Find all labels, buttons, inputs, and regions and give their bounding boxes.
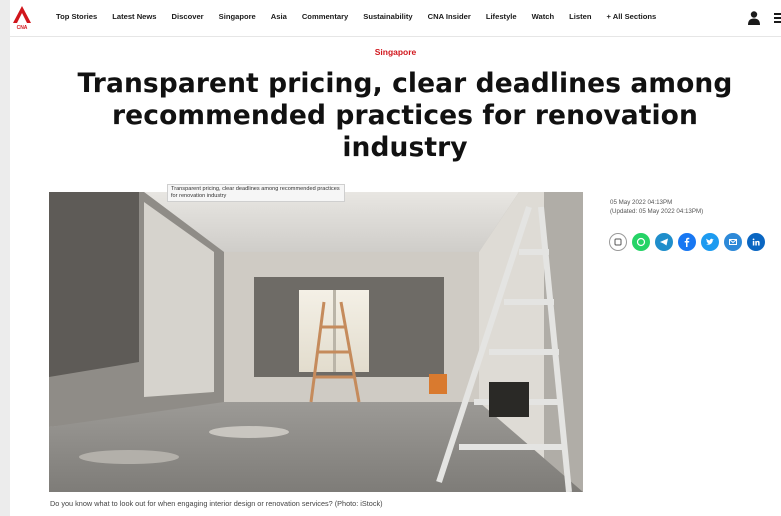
nav-discover[interactable]: Discover [172, 12, 204, 26]
copy-link-icon[interactable] [609, 233, 627, 251]
article-headline: Transparent pricing, clear deadlines amo… [77, 68, 733, 163]
nav-singapore[interactable]: Singapore [219, 12, 256, 26]
article-category[interactable]: Singapore [10, 47, 781, 57]
facebook-icon[interactable] [678, 233, 696, 251]
top-navigation: CNA Top Stories Latest News Discover Sin… [10, 0, 781, 37]
nav-commentary[interactable]: Commentary [302, 12, 348, 26]
image-tooltip: Transparent pricing, clear deadlines amo… [167, 184, 345, 202]
nav-asia[interactable]: Asia [271, 12, 287, 26]
image-caption: Do you know what to look out for when en… [50, 499, 383, 508]
nav-items: Top Stories Latest News Discover Singapo… [56, 12, 671, 26]
nav-latest-news[interactable]: Latest News [112, 12, 156, 26]
nav-lifestyle[interactable]: Lifestyle [486, 12, 517, 26]
article-page: CNA Top Stories Latest News Discover Sin… [10, 0, 781, 516]
twitter-icon[interactable] [701, 233, 719, 251]
updated-timestamp: (Updated: 05 May 2022 04:13PM) [610, 208, 704, 215]
nav-cna-insider[interactable]: CNA Insider [428, 12, 471, 26]
nav-sustainability[interactable]: Sustainability [363, 12, 412, 26]
publish-date: 05 May 2022 04:13PM (Updated: 05 May 202… [610, 198, 703, 216]
user-icon[interactable] [747, 10, 761, 26]
cna-logo-icon [13, 6, 31, 23]
whatsapp-icon[interactable] [632, 233, 650, 251]
linkedin-icon[interactable] [747, 233, 765, 251]
nav-listen[interactable]: Listen [569, 12, 591, 26]
nav-watch[interactable]: Watch [532, 12, 555, 26]
telegram-icon[interactable] [655, 233, 673, 251]
nav-all-sections[interactable]: + All Sections [607, 12, 657, 26]
logo-text: CNA [16, 25, 28, 31]
share-buttons [609, 233, 765, 251]
published-timestamp: 05 May 2022 04:13PM [610, 199, 673, 206]
nav-top-stories[interactable]: Top Stories [56, 12, 97, 26]
cna-logo[interactable]: CNA [10, 5, 34, 31]
hero-image [49, 192, 583, 492]
menu-icon[interactable] [774, 10, 781, 26]
email-icon[interactable] [724, 233, 742, 251]
